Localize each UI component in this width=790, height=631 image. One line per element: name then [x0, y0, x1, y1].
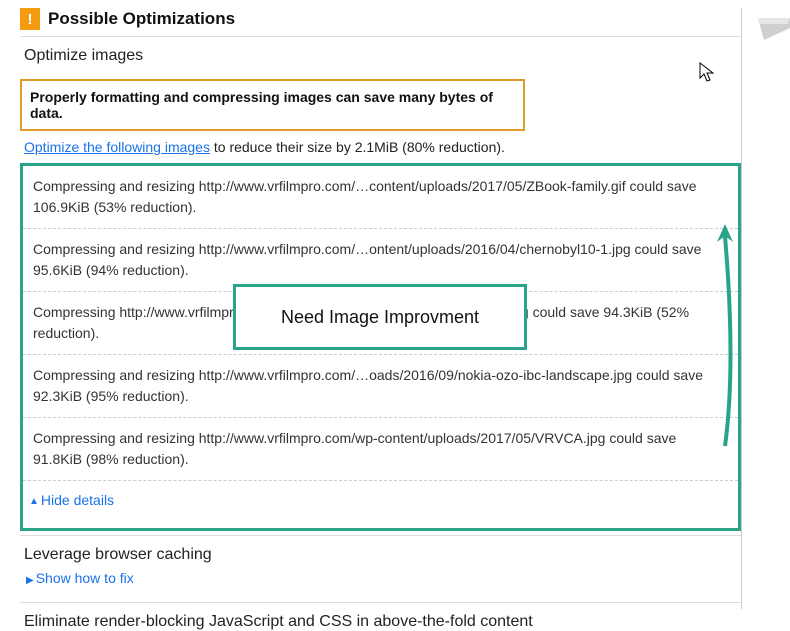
- warning-icon: !: [20, 8, 40, 30]
- triangle-up-icon: ▲: [29, 496, 39, 507]
- leverage-caching-title: Leverage browser caching: [24, 546, 741, 564]
- reduce-rest: to reduce their size by 2.1MiB (80% redu…: [210, 139, 505, 155]
- optimize-images-link[interactable]: Optimize the following images: [24, 139, 210, 155]
- hide-details-row[interactable]: ▲Hide details: [23, 484, 738, 514]
- optimize-images-section: Optimize images: [20, 36, 741, 73]
- decorative-3d-edge: [758, 18, 790, 40]
- show-how-to-fix-link[interactable]: Show how to fix: [36, 570, 134, 586]
- leverage-caching-section: Leverage browser caching ▶Show how to fi…: [20, 535, 741, 592]
- list-item: Compressing and resizing http://www.vrfi…: [23, 229, 738, 292]
- highlight-text: Properly formatting and compressing imag…: [30, 89, 493, 121]
- callout-label: Need Image Improvment: [233, 284, 527, 350]
- show-how-to-fix-row[interactable]: ▶Show how to fix: [24, 566, 741, 586]
- details-box: Compressing and resizing http://www.vrfi…: [20, 163, 741, 531]
- optimize-images-title: Optimize images: [24, 47, 741, 65]
- hide-details-link[interactable]: Hide details: [41, 492, 114, 508]
- list-item: Compressing and resizing http://www.vrfi…: [23, 166, 738, 229]
- triangle-right-icon: ▶: [26, 575, 34, 586]
- list-item: Compressing and resizing http://www.vrfi…: [23, 418, 738, 481]
- highlight-box: Properly formatting and compressing imag…: [20, 79, 525, 131]
- main-panel: ! Possible Optimizations Optimize images…: [20, 8, 742, 609]
- section-header: ! Possible Optimizations: [20, 8, 741, 36]
- section-title: Possible Optimizations: [48, 9, 235, 29]
- reduce-summary: Optimize the following images to reduce …: [20, 135, 741, 159]
- list-item: Compressing and resizing http://www.vrfi…: [23, 355, 738, 418]
- eliminate-render-blocking-title: Eliminate render-blocking JavaScript and…: [20, 602, 741, 631]
